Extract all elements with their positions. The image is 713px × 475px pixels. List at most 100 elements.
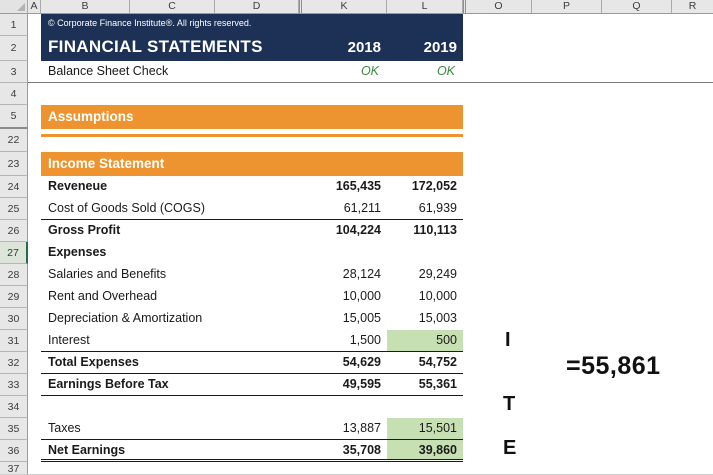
select-all-corner[interactable]: [0, 0, 28, 14]
row-header-30[interactable]: 30: [0, 308, 28, 330]
row-label: Reveneue: [48, 179, 108, 193]
cell-2019[interactable]: 110,113: [387, 220, 463, 242]
row-header-strip: 1 2 3 4 5 22 23 24 25 26 27 28 29 30 31 …: [0, 14, 28, 474]
cell-2019[interactable]: 29,249: [387, 264, 463, 286]
cell-2018[interactable]: 15,005: [302, 308, 387, 330]
row-header-25[interactable]: 25: [0, 198, 28, 220]
table-row-interest[interactable]: Interest 1,500 500: [41, 330, 463, 352]
table-row-depreciation[interactable]: Depreciation & Amortization 15,005 15,00…: [41, 308, 463, 330]
column-header-c[interactable]: C: [130, 0, 215, 14]
balance-check-2019[interactable]: OK: [437, 64, 455, 78]
cell-2018[interactable]: 35,708: [302, 440, 387, 459]
row-label: Gross Profit: [48, 223, 121, 237]
row-label: Taxes: [48, 421, 81, 435]
column-header-d[interactable]: D: [215, 0, 299, 14]
table-row-gross-profit[interactable]: Gross Profit 104,224 110,113: [41, 220, 463, 242]
row-header-24[interactable]: 24: [0, 176, 28, 198]
row-label: Cost of Goods Sold (COGS): [48, 201, 206, 215]
row-header-26[interactable]: 26: [0, 220, 28, 242]
column-header-a[interactable]: A: [28, 0, 41, 14]
row-label: Salaries and Benefits: [48, 267, 167, 281]
table-row-salaries[interactable]: Salaries and Benefits 28,124 29,249: [41, 264, 463, 286]
column-header-q[interactable]: Q: [602, 0, 672, 14]
row-label: Net Earnings: [48, 443, 126, 457]
income-statement-table: Reveneue 165,435 172,052 Cost of Goods S…: [41, 176, 463, 462]
table-row-cogs[interactable]: Cost of Goods Sold (COGS) 61,211 61,939: [41, 198, 463, 220]
row-label: Interest: [48, 333, 90, 347]
cell-2019[interactable]: 54,752: [387, 352, 463, 373]
row-header-5[interactable]: 5: [0, 105, 28, 129]
column-header-k[interactable]: K: [302, 0, 387, 14]
corner-triangle-icon: [17, 3, 25, 11]
row-header-4[interactable]: 4: [0, 83, 28, 105]
table-row-total-expenses[interactable]: Total Expenses 54,629 54,752: [41, 352, 463, 374]
balance-check-2018[interactable]: OK: [361, 64, 379, 78]
row-header-1[interactable]: 1: [0, 14, 28, 36]
row-header-32[interactable]: 32: [0, 352, 28, 374]
copyright-text: © Corporate Finance Institute®. All righ…: [48, 18, 252, 28]
cell-2018[interactable]: 104,224: [302, 220, 387, 242]
table-row-net-earnings[interactable]: Net Earnings 35,708 39,860: [41, 440, 463, 462]
table-row-expenses-heading[interactable]: Expenses: [41, 242, 463, 264]
table-row-taxes[interactable]: Taxes 13,887 15,501: [41, 418, 463, 440]
row-header-22[interactable]: 22: [0, 129, 28, 152]
cell-2019[interactable]: [387, 242, 463, 264]
row-header-35[interactable]: 35: [0, 418, 28, 440]
annotation-letter-e: E: [503, 437, 517, 459]
column-header-r[interactable]: R: [672, 0, 713, 14]
year-2019-header[interactable]: 2019: [424, 39, 457, 56]
row-header-23[interactable]: 23: [0, 152, 28, 176]
cell-2018[interactable]: 49,595: [302, 374, 387, 395]
cell-2018[interactable]: 13,887: [302, 418, 387, 439]
income-statement-section-header[interactable]: Income Statement: [41, 152, 463, 176]
cell-2018[interactable]: 1,500: [302, 330, 387, 351]
cell-2018[interactable]: 10,000: [302, 286, 387, 308]
annotation-letter-i: I: [505, 329, 511, 351]
column-header-p[interactable]: P: [532, 0, 602, 14]
table-row-revenue[interactable]: Reveneue 165,435 172,052: [41, 176, 463, 198]
table-row-rent[interactable]: Rent and Overhead 10,000 10,000: [41, 286, 463, 308]
row-label: Earnings Before Tax: [48, 377, 169, 391]
year-2018-header[interactable]: 2018: [348, 39, 381, 56]
cell-2018[interactable]: 54,629: [302, 352, 387, 373]
row-label: [41, 396, 302, 418]
row-header-2[interactable]: 2: [0, 36, 28, 61]
balance-check-row: Balance Sheet Check OK OK: [41, 61, 463, 83]
row-header-3[interactable]: 3: [0, 61, 28, 83]
column-header-l[interactable]: L: [387, 0, 463, 14]
cell-2019[interactable]: 172,052: [387, 176, 463, 198]
cell-2019-highlighted[interactable]: 15,501: [387, 418, 463, 439]
header-divider-line: [28, 82, 713, 83]
cell-2019-highlighted[interactable]: 500: [387, 330, 463, 351]
row-header-27[interactable]: 27: [0, 242, 28, 264]
cell-2018[interactable]: 61,211: [302, 198, 387, 219]
row-header-36[interactable]: 36: [0, 440, 28, 462]
cell-2019[interactable]: [387, 396, 463, 418]
cell-2018[interactable]: 28,124: [302, 264, 387, 286]
cell-2019[interactable]: 61,939: [387, 198, 463, 219]
balance-check-label[interactable]: Balance Sheet Check: [48, 64, 168, 78]
table-row-earnings-before-tax[interactable]: Earnings Before Tax 49,595 55,361: [41, 374, 463, 396]
row-header-33[interactable]: 33: [0, 374, 28, 396]
row-header-29[interactable]: 29: [0, 286, 28, 308]
cell-2018[interactable]: [302, 396, 387, 418]
row-label: Total Expenses: [48, 355, 139, 369]
row-header-28[interactable]: 28: [0, 264, 28, 286]
cell-2019[interactable]: 15,003: [387, 308, 463, 330]
annotation-letter-t: T: [503, 393, 516, 415]
cell-2019[interactable]: 55,361: [387, 374, 463, 395]
cell-2018[interactable]: [302, 242, 387, 264]
row-header-31[interactable]: 31: [0, 330, 28, 352]
row-header-37[interactable]: 37: [0, 462, 28, 474]
title-banner[interactable]: © Corporate Finance Institute®. All righ…: [41, 14, 463, 61]
assumptions-section-header[interactable]: Assumptions: [41, 105, 463, 129]
table-row-blank[interactable]: [41, 396, 463, 418]
cell-2019[interactable]: 10,000: [387, 286, 463, 308]
column-header-o[interactable]: O: [466, 0, 532, 14]
row-header-34[interactable]: 34: [0, 396, 28, 418]
cell-2019-highlighted[interactable]: 39,860: [387, 440, 463, 459]
excel-spreadsheet: A B C D K L O P Q R 1 2 3 4 5 22 23 24 2…: [0, 0, 713, 475]
column-header-b[interactable]: B: [41, 0, 130, 14]
annotation-formula-value: =55,861: [566, 352, 661, 380]
cell-2018[interactable]: 165,435: [302, 176, 387, 198]
